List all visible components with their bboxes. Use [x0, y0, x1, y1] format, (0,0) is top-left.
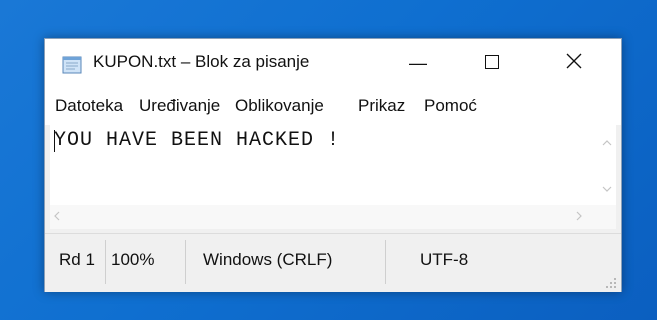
- scroll-down-icon[interactable]: [602, 179, 612, 195]
- status-position: Rd 1: [59, 250, 95, 269]
- scroll-right-icon[interactable]: [576, 208, 582, 224]
- horizontal-scrollbar[interactable]: [50, 205, 616, 229]
- maximize-icon: [485, 53, 499, 74]
- status-line-ending: Windows (CRLF): [203, 250, 333, 269]
- menu-edit[interactable]: Uređivanje: [139, 96, 220, 116]
- vertical-scrollbar[interactable]: [598, 125, 616, 205]
- status-divider: [105, 240, 106, 284]
- menu-file[interactable]: Datoteka: [55, 96, 123, 116]
- close-icon: [566, 53, 582, 74]
- scroll-up-icon[interactable]: [602, 133, 612, 149]
- status-zoom: 100%: [111, 250, 155, 269]
- close-button[interactable]: [551, 39, 597, 87]
- notepad-window: KUPON.txt – Blok za pisanje — Datoteka U…: [44, 38, 622, 292]
- status-divider: [185, 240, 186, 284]
- resize-grip-icon[interactable]: [605, 276, 617, 288]
- maximize-button[interactable]: [469, 39, 515, 87]
- notepad-icon: [61, 54, 83, 74]
- scroll-left-icon[interactable]: [54, 208, 60, 224]
- text-editor[interactable]: YOU HAVE BEEN HACKED !: [50, 125, 598, 205]
- status-divider: [385, 240, 386, 284]
- menu-format[interactable]: Oblikovanje: [235, 96, 324, 116]
- window-title: KUPON.txt – Blok za pisanje: [93, 52, 310, 71]
- minimize-button[interactable]: —: [395, 39, 441, 87]
- editor-content: YOU HAVE BEEN HACKED !: [54, 129, 341, 152]
- status-encoding: UTF-8: [420, 250, 469, 269]
- title-bar[interactable]: KUPON.txt – Blok za pisanje —: [45, 39, 621, 87]
- menu-view[interactable]: Prikaz: [358, 96, 405, 116]
- status-bar: Rd 1 100% Windows (CRLF) UTF-8: [45, 233, 621, 292]
- minimize-icon: —: [409, 52, 427, 73]
- menu-help[interactable]: Pomoć: [424, 96, 477, 116]
- menu-bar: Datoteka Uređivanje Oblikovanje Prikaz P…: [45, 87, 621, 125]
